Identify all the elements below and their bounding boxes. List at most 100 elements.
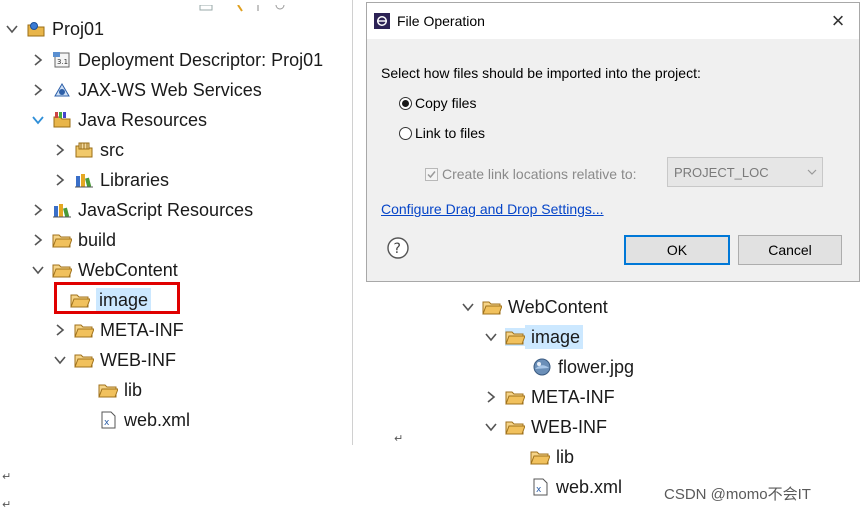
tree-item-lib[interactable]: lib <box>98 377 142 403</box>
tree-item-label: lib <box>556 447 575 467</box>
dialog-body: Select how files should be imported into… <box>367 39 859 281</box>
svg-text:x: x <box>536 485 542 495</box>
dialog-prompt: Select how files should be imported into… <box>381 65 701 81</box>
tree-item-label: JAX-WS Web Services <box>78 80 262 100</box>
tree-item-label: web.xml <box>556 477 623 497</box>
eclipse-icon <box>373 12 391 30</box>
tree-item-label: lib <box>124 380 143 400</box>
tree-item-label: WEB-INF <box>531 417 607 437</box>
folder-icon <box>52 261 72 279</box>
folder-icon <box>52 231 72 249</box>
tree-item-proj01[interactable]: Proj01 <box>4 16 104 42</box>
file-operation-dialog: File Operation × Select how files should… <box>366 2 860 282</box>
tree-item-java-resources[interactable]: Java Resources <box>30 107 207 133</box>
tree-item-javascript-resources[interactable]: JavaScript Resources <box>30 197 253 223</box>
tree-item-build[interactable]: build <box>30 227 116 253</box>
xml-file-icon: x <box>98 411 118 429</box>
toolbar-icons-partial <box>198 0 288 12</box>
tree-item-web-inf[interactable]: WEB-INF <box>483 414 607 440</box>
tree-item-label: build <box>78 230 117 250</box>
tree-item-meta-inf[interactable]: META-INF <box>483 384 615 410</box>
tree-item-meta-inf[interactable]: META-INF <box>52 317 184 343</box>
folder-icon <box>74 321 94 339</box>
tree-item-web-xml[interactable]: x web.xml <box>530 474 622 500</box>
tree-item-webcontent[interactable]: WebContent <box>30 257 178 283</box>
highlight-box <box>54 282 180 314</box>
package-folder-icon <box>74 141 94 159</box>
tree-item-label: WebContent <box>508 297 608 317</box>
chevron-right-icon[interactable] <box>52 142 68 158</box>
tree-item-web-xml[interactable]: x web.xml <box>98 407 190 433</box>
java-resources-icon <box>52 111 72 129</box>
close-icon[interactable]: × <box>827 10 849 32</box>
return-mark-icon: ↵ <box>394 433 404 445</box>
tree-item-label: image <box>525 325 584 349</box>
return-mark-icon: ↵ <box>2 471 12 483</box>
folder-icon <box>482 298 502 316</box>
chevron-right-icon[interactable] <box>30 202 46 218</box>
copy-files-label: Copy files <box>415 95 477 111</box>
radio-unchecked-icon[interactable] <box>399 126 412 140</box>
tree-item-libraries[interactable]: Libraries <box>52 167 169 193</box>
tree-item-label: flower.jpg <box>558 357 635 377</box>
tree-item-label: src <box>100 140 124 160</box>
project-icon <box>26 20 46 38</box>
tree-item-label: WebContent <box>78 260 178 280</box>
chevron-right-icon[interactable] <box>52 172 68 188</box>
folder-icon <box>505 328 525 346</box>
tree-item-label: META-INF <box>100 320 184 340</box>
help-glyph: ? <box>394 241 401 257</box>
libraries-icon <box>74 171 94 189</box>
folder-icon <box>505 418 525 436</box>
tree-item-lib[interactable]: lib <box>530 444 574 470</box>
tree-item-jax-ws[interactable]: JAX-WS Web Services <box>30 77 262 103</box>
deployment-descriptor-icon: 3.1 <box>52 51 72 69</box>
chevron-down-icon[interactable] <box>483 329 499 345</box>
chevron-right-icon[interactable] <box>52 322 68 338</box>
chevron-right-icon[interactable] <box>483 389 499 405</box>
tree-item-label: Java Resources <box>78 110 208 130</box>
folder-icon <box>98 381 118 399</box>
link-files-label: Link to files <box>415 125 486 141</box>
svg-text:x: x <box>104 418 110 428</box>
tree-item-image[interactable]: image <box>483 324 584 350</box>
tree-item-label: Libraries <box>100 170 170 190</box>
link-files-radio[interactable]: Link to files <box>399 125 485 141</box>
tree-item-label: Proj01 <box>52 19 105 39</box>
create-link-label: Create link locations relative to: <box>442 166 637 182</box>
ok-button[interactable]: OK <box>624 235 730 265</box>
xml-file-icon: x <box>530 478 550 496</box>
chevron-down-icon[interactable] <box>460 299 476 315</box>
dialog-title-bar[interactable]: File Operation × <box>367 3 859 39</box>
link-location-combo[interactable]: PROJECT_LOC <box>667 157 823 187</box>
chevron-right-icon[interactable] <box>30 82 46 98</box>
radio-checked-icon[interactable] <box>399 96 412 110</box>
chevron-right-icon[interactable] <box>30 232 46 248</box>
folder-icon <box>74 351 94 369</box>
chevron-down-icon[interactable] <box>802 167 822 177</box>
tree-item-web-inf[interactable]: WEB-INF <box>52 347 176 373</box>
chevron-down-icon[interactable] <box>52 352 68 368</box>
tree-item-src[interactable]: src <box>52 137 124 163</box>
folder-icon <box>505 388 525 406</box>
create-link-checkbox[interactable]: Create link locations relative to: <box>425 166 637 182</box>
chevron-down-icon[interactable] <box>30 112 46 128</box>
chevron-down-icon[interactable] <box>30 262 46 278</box>
tree-item-deployment-descriptor[interactable]: 3.1 Deployment Descriptor: Proj01 <box>30 47 323 73</box>
tree-item-flower-jpg[interactable]: flower.jpg <box>532 354 634 380</box>
tree-item-label: WEB-INF <box>100 350 176 370</box>
tree-item-label: META-INF <box>531 387 615 407</box>
help-icon[interactable]: ? <box>387 237 409 259</box>
folder-icon <box>530 448 550 466</box>
chevron-down-icon[interactable] <box>483 419 499 435</box>
tree-item-webcontent[interactable]: WebContent <box>460 294 608 320</box>
tree-item-label: Deployment Descriptor: Proj01 <box>78 50 324 70</box>
chevron-right-icon[interactable] <box>30 52 46 68</box>
checkbox-checked-icon[interactable] <box>425 167 438 181</box>
chevron-down-icon[interactable] <box>4 21 20 37</box>
cancel-button[interactable]: Cancel <box>738 235 842 265</box>
copy-files-radio[interactable]: Copy files <box>399 95 476 111</box>
configure-dnd-link[interactable]: Configure Drag and Drop Settings... <box>381 201 604 217</box>
svg-text:3.1: 3.1 <box>57 58 68 66</box>
panel-divider <box>352 0 353 445</box>
